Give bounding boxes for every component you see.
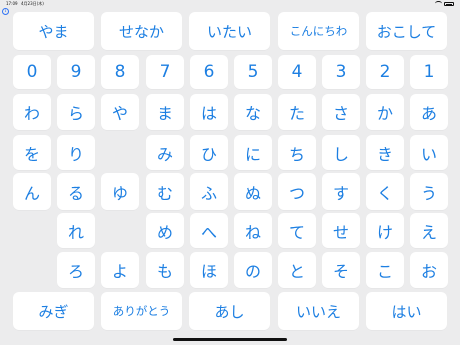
phrase-button-bottom-0[interactable]: みぎ (13, 292, 94, 330)
kana-key[interactable]: ら (57, 94, 95, 130)
kana-key[interactable]: を (13, 135, 51, 170)
digit-key[interactable]: 2 (366, 55, 404, 89)
phrase-button-bottom-4[interactable]: はい (366, 292, 447, 330)
digit-key[interactable]: 6 (190, 55, 228, 89)
kana-key[interactable]: め (146, 213, 184, 248)
digit-key[interactable]: 3 (322, 55, 360, 89)
kana-key[interactable]: は (190, 94, 228, 130)
kana-key[interactable]: ゆ (101, 173, 139, 210)
kana-key[interactable]: む (146, 173, 184, 210)
kana-key[interactable]: も (146, 252, 184, 288)
status-bar: 17:09 4月23日(木) (0, 0, 460, 10)
kana-key[interactable]: り (57, 135, 95, 170)
kana-key[interactable]: ほ (190, 252, 228, 288)
status-date: 4月23日(木) (21, 1, 44, 6)
phrase-button-top-4[interactable]: おこして (366, 12, 447, 50)
kana-key[interactable]: れ (57, 213, 95, 248)
kana-key[interactable]: と (278, 252, 316, 288)
kana-key[interactable]: け (366, 213, 404, 248)
kana-key[interactable]: く (366, 173, 404, 210)
kana-key[interactable]: ひ (190, 135, 228, 170)
status-time: 17:09 (6, 1, 18, 6)
digit-key[interactable]: 9 (57, 55, 95, 89)
wifi-icon (435, 1, 442, 6)
phrase-button-bottom-3[interactable]: いいえ (278, 292, 359, 330)
home-indicator[interactable] (173, 338, 287, 341)
digit-key[interactable]: 1 (410, 55, 448, 89)
kana-key[interactable]: に (234, 135, 272, 170)
digit-key[interactable]: 5 (234, 55, 272, 89)
kana-key[interactable]: る (57, 173, 95, 210)
kana-key[interactable]: そ (322, 252, 360, 288)
kana-key[interactable]: わ (13, 94, 51, 130)
kana-key[interactable]: よ (101, 252, 139, 288)
info-icon[interactable]: i (2, 8, 9, 15)
kana-key[interactable]: あ (410, 94, 448, 130)
kana-key[interactable]: て (278, 213, 316, 248)
kana-key[interactable]: ん (13, 173, 51, 210)
digit-key[interactable]: 4 (278, 55, 316, 89)
kana-key[interactable]: お (410, 252, 448, 288)
kana-key[interactable]: さ (322, 94, 360, 130)
kana-key[interactable]: こ (366, 252, 404, 288)
phrase-button-top-3[interactable]: こんにちわ (278, 12, 359, 50)
kana-key[interactable]: ぬ (234, 173, 272, 210)
digit-key[interactable]: 0 (13, 55, 51, 89)
kana-key[interactable]: や (101, 94, 139, 130)
battery-icon (444, 1, 454, 6)
digit-key[interactable]: 7 (146, 55, 184, 89)
kana-key[interactable]: ね (234, 213, 272, 248)
kana-key[interactable]: し (322, 135, 360, 170)
kana-key[interactable]: い (410, 135, 448, 170)
phrase-button-bottom-1[interactable]: ありがとう (101, 292, 182, 330)
kana-key[interactable]: の (234, 252, 272, 288)
kana-key[interactable]: う (410, 173, 448, 210)
status-indicators (435, 1, 454, 6)
phrase-button-bottom-2[interactable]: あし (189, 292, 270, 330)
phrase-button-top-2[interactable]: いたい (189, 12, 270, 50)
kana-key[interactable]: す (322, 173, 360, 210)
phrase-button-top-0[interactable]: やま (13, 12, 94, 50)
kana-key[interactable]: か (366, 94, 404, 130)
kana-key[interactable]: へ (190, 213, 228, 248)
communication-board-screen: 17:09 4月23日(木) i やま せなか いたい こんにちわ おこして 0… (0, 0, 460, 345)
kana-key[interactable]: ま (146, 94, 184, 130)
kana-key[interactable]: み (146, 135, 184, 170)
kana-key[interactable]: え (410, 213, 448, 248)
phrase-button-top-1[interactable]: せなか (101, 12, 182, 50)
kana-key[interactable]: つ (278, 173, 316, 210)
digit-key[interactable]: 8 (101, 55, 139, 89)
kana-key[interactable]: ふ (190, 173, 228, 210)
kana-key[interactable]: ち (278, 135, 316, 170)
kana-key[interactable]: せ (322, 213, 360, 248)
kana-key[interactable]: た (278, 94, 316, 130)
kana-key[interactable]: き (366, 135, 404, 170)
kana-key[interactable]: ろ (57, 252, 95, 288)
kana-key[interactable]: な (234, 94, 272, 130)
